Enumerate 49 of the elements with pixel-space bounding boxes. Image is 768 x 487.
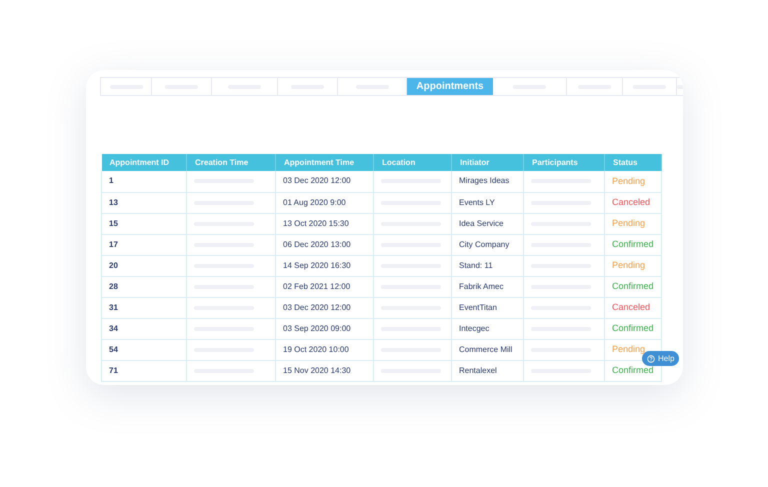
appointment-time-text: 03 Dec 2020 12:00 xyxy=(283,176,351,186)
status-text: Confirmed xyxy=(612,239,654,249)
status-text: Canceled xyxy=(612,302,650,312)
initiator-text: Commerce Mill xyxy=(459,344,512,354)
status-text: Confirmed xyxy=(612,323,654,333)
status-text: Pending xyxy=(612,218,646,228)
id-text: 1 xyxy=(109,176,114,186)
column-header: Initiator xyxy=(452,154,524,171)
initiator-text: Idea Service xyxy=(459,218,504,228)
status-text: Confirmed xyxy=(612,281,654,291)
status-text: Pending xyxy=(612,260,646,270)
id-text: 17 xyxy=(109,240,118,248)
appointment-time-text: 03 Dec 2020 12:00 xyxy=(283,302,351,312)
id-text: 71 xyxy=(109,366,118,374)
initiator-text: Mirages Ideas xyxy=(459,176,510,186)
initiator-text: EventTitan xyxy=(459,302,497,312)
status-text: Confirmed xyxy=(612,365,654,375)
id-text: 15 xyxy=(109,218,118,228)
initiator-text: Events LY xyxy=(459,198,495,206)
id-text: 31 xyxy=(109,302,118,312)
status-text: Pending xyxy=(612,344,646,354)
status-text: Canceled xyxy=(612,197,650,207)
column-header: Location xyxy=(374,154,452,171)
column-header: Participants xyxy=(524,154,604,171)
initiator-text: Intecgec xyxy=(459,324,490,332)
column-header: Creation Time xyxy=(186,154,276,171)
initiator-text: City Company xyxy=(459,240,510,248)
appointment-time-text: 13 Oct 2020 15:30 xyxy=(283,218,349,228)
initiator-text: Rentalexel xyxy=(459,366,497,374)
status-text: Pending xyxy=(612,176,646,186)
appointment-time-text: 19 Oct 2020 10:00 xyxy=(283,344,349,354)
initiator-text: Stand: 11 xyxy=(459,260,493,270)
id-text: 13 xyxy=(109,198,118,206)
appointment-time-text: 15 Nov 2020 14:30 xyxy=(283,366,351,374)
appointment-time-text: 01 Aug 2020 9:00 xyxy=(283,198,346,206)
id-text: 28 xyxy=(109,282,118,290)
column-header: Appointment ID xyxy=(102,154,186,171)
initiator-text: Fabrik Amec xyxy=(459,282,504,290)
id-text: 20 xyxy=(109,260,118,270)
help-icon xyxy=(647,354,655,362)
column-header: Status xyxy=(604,154,662,171)
id-text: 34 xyxy=(109,324,118,332)
appointment-time-text: 14 Sep 2020 16:30 xyxy=(283,260,351,270)
tab[interactable]: Appointments xyxy=(407,78,493,95)
appointment-time-text: 02 Feb 2021 12:00 xyxy=(283,282,350,290)
appointment-time-text: 03 Sep 2020 09:00 xyxy=(283,324,351,332)
appointment-time-text: 06 Dec 2020 13:00 xyxy=(283,240,351,248)
id-text: 54 xyxy=(109,344,118,354)
column-header: Appointment Time xyxy=(276,154,374,171)
